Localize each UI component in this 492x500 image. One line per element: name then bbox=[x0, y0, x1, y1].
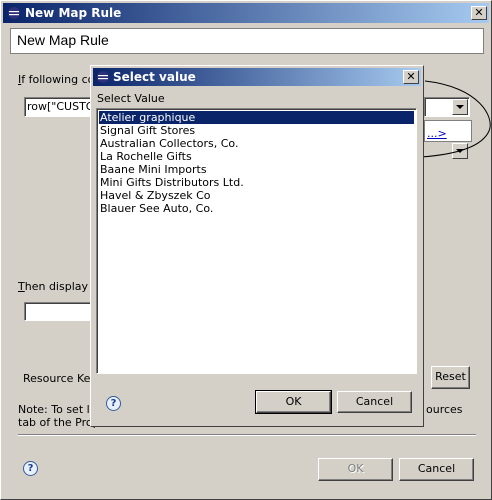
value-list[interactable]: Atelier graphique Signal Gift Stores Aus… bbox=[96, 108, 417, 374]
resource-key-label: Resource Key bbox=[23, 372, 97, 385]
list-item[interactable]: Baane Mini Imports bbox=[99, 163, 207, 176]
dialog-title-bar[interactable]: Select value ✕ bbox=[93, 68, 421, 86]
eclipse-app-icon bbox=[8, 7, 20, 19]
list-item[interactable]: Mini Gifts Distributors Ltd. bbox=[99, 176, 244, 189]
help-icon[interactable]: ? bbox=[23, 461, 38, 476]
eclipse-app-icon bbox=[97, 71, 109, 83]
cancel-button[interactable]: Cancel bbox=[399, 458, 474, 481]
ok-button-disabled: OK bbox=[318, 458, 393, 481]
page-title: New Map Rule bbox=[17, 32, 109, 48]
window-title: New Map Rule bbox=[25, 6, 122, 20]
close-icon[interactable]: ✕ bbox=[471, 6, 487, 20]
note-text-left: Note: To set lo bbox=[18, 403, 97, 416]
select-value-dialog: Select value ✕ Select Value Atelier grap… bbox=[90, 65, 424, 427]
list-item[interactable]: La Rochelle Gifts bbox=[99, 150, 192, 163]
separator bbox=[18, 434, 476, 436]
page-header: New Map Rule bbox=[10, 28, 484, 54]
reset-button[interactable]: Reset bbox=[431, 366, 470, 389]
condition-expression-field[interactable]: row["CUSTOM bbox=[24, 97, 104, 117]
dialog-title: Select value bbox=[113, 70, 196, 84]
dialog-cancel-button[interactable]: Cancel bbox=[337, 391, 412, 413]
help-icon[interactable]: ? bbox=[106, 396, 121, 411]
dialog-ok-button[interactable]: OK bbox=[255, 390, 332, 414]
note-text-line2: tab of the Prop bbox=[18, 416, 100, 429]
select-value-label: Select Value bbox=[97, 92, 165, 105]
close-icon[interactable]: ✕ bbox=[403, 70, 419, 84]
display-field[interactable] bbox=[24, 302, 96, 321]
note-text-right: ources bbox=[426, 403, 463, 416]
list-item[interactable]: Australian Collectors, Co. bbox=[99, 137, 238, 150]
list-item[interactable]: Blauer See Auto, Co. bbox=[99, 202, 213, 215]
list-item[interactable]: Havel & Zbyszek Co bbox=[99, 189, 211, 202]
condition-label: If following cor bbox=[18, 73, 99, 86]
highlight-ellipse bbox=[420, 80, 491, 158]
title-bar[interactable]: New Map Rule ✕ bbox=[3, 3, 489, 23]
list-item[interactable]: Atelier graphique bbox=[99, 111, 414, 124]
list-item[interactable]: Signal Gift Stores bbox=[99, 124, 195, 137]
